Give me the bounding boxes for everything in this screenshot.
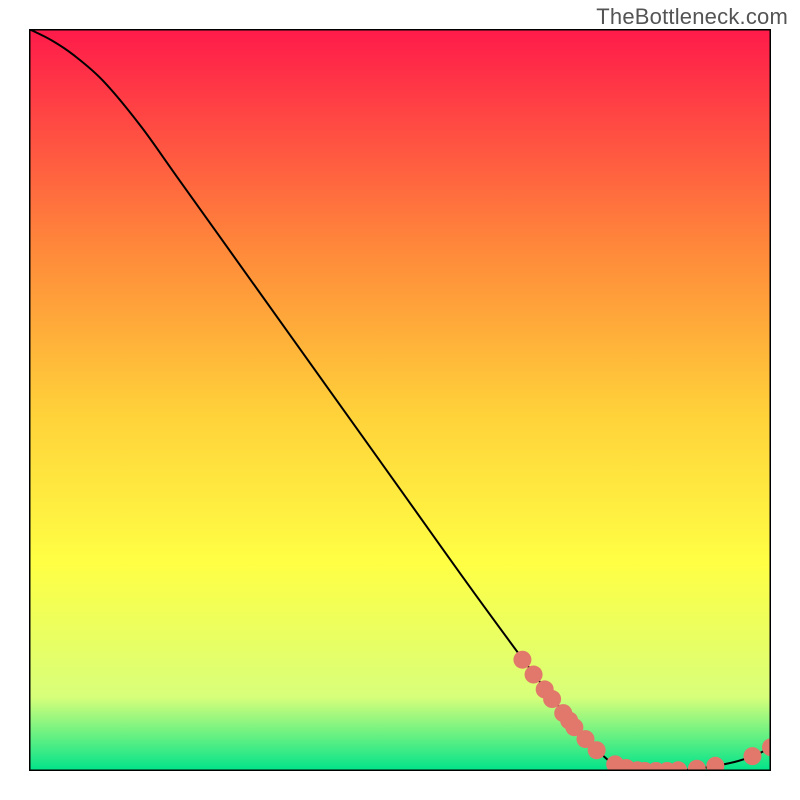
gradient-background <box>29 29 771 771</box>
data-marker <box>588 741 606 759</box>
data-marker <box>743 747 761 765</box>
watermark-text: TheBottleneck.com <box>596 4 788 30</box>
data-marker <box>525 666 543 684</box>
plot-area <box>29 29 771 771</box>
data-marker <box>513 651 531 669</box>
chart-container: TheBottleneck.com <box>0 0 800 800</box>
data-marker <box>543 690 561 708</box>
chart-svg <box>29 29 771 771</box>
